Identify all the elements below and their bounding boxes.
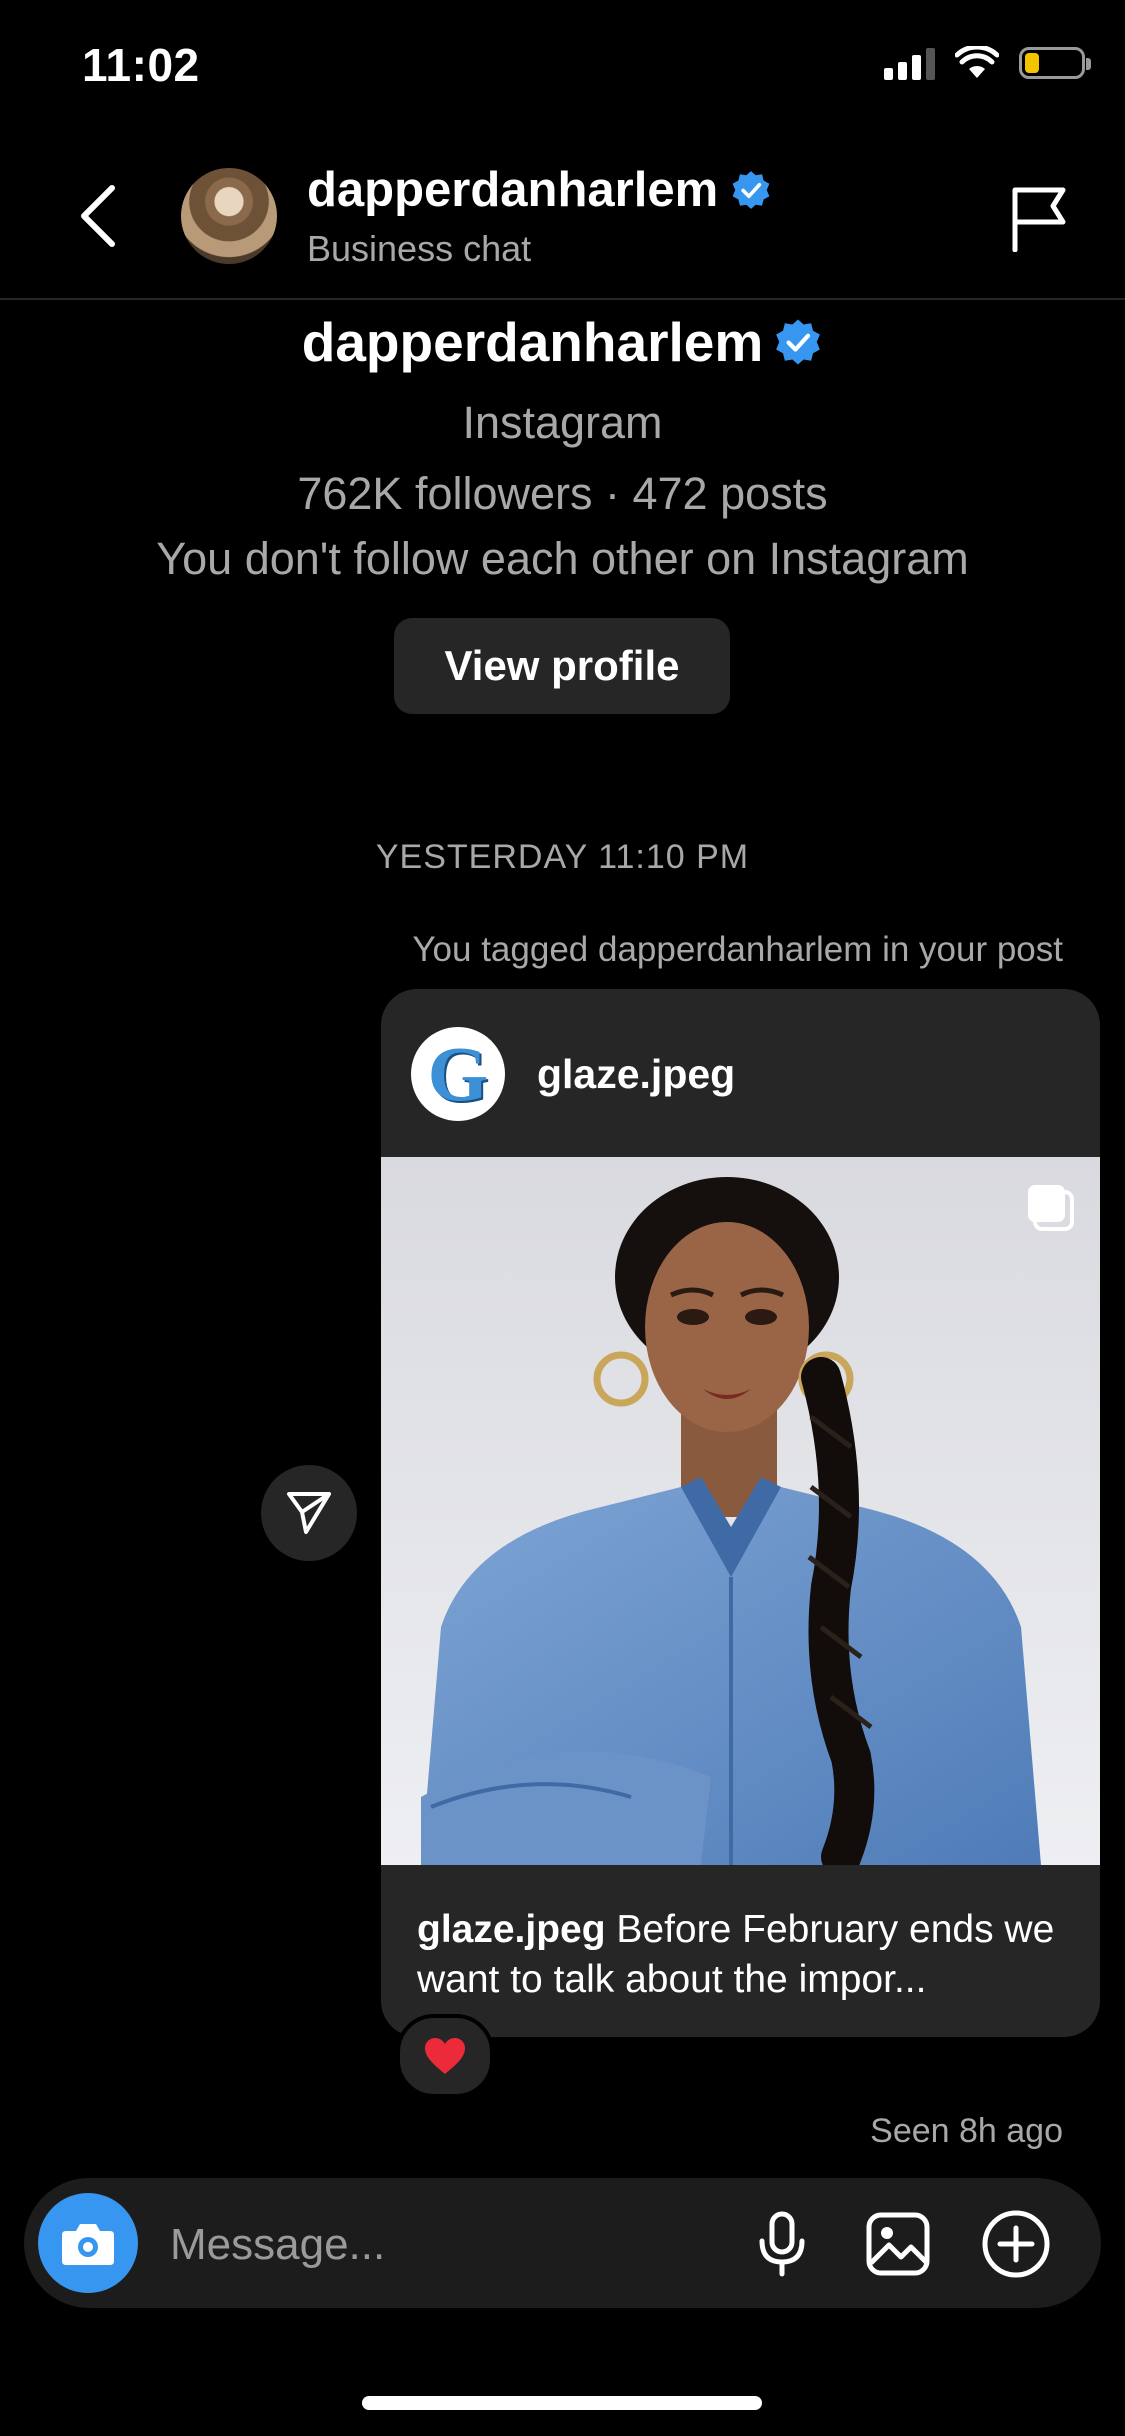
chevron-left-icon: [81, 185, 115, 247]
report-button[interactable]: [1001, 180, 1077, 256]
back-button[interactable]: [58, 176, 138, 256]
camera-button[interactable]: [38, 2193, 138, 2293]
home-indicator[interactable]: [362, 2396, 762, 2410]
verified-badge-icon: [776, 319, 821, 365]
verified-badge-icon: [732, 171, 770, 209]
flag-icon: [1012, 187, 1066, 252]
post-image[interactable]: [381, 1157, 1100, 1865]
cellular-signal-icon: [884, 46, 935, 80]
profile-username-text: dapperdanharlem: [301, 311, 764, 373]
view-profile-button[interactable]: View profile: [394, 618, 730, 714]
battery-icon: [1019, 47, 1091, 79]
post-caption[interactable]: glaze.jpeg Before February ends we want …: [417, 1905, 1064, 2005]
seen-status: Seen 8h ago: [870, 2112, 1063, 2150]
heart-icon: [425, 2038, 465, 2074]
header-username[interactable]: dapperdanharlem: [307, 162, 772, 218]
profile-summary: dapperdanharlem Instagram 762K followers…: [0, 300, 1125, 581]
post-author-logo: G: [427, 1030, 489, 1117]
gallery-button[interactable]: [860, 2206, 936, 2282]
header-username-text: dapperdanharlem: [307, 163, 719, 217]
share-button[interactable]: [261, 1465, 357, 1561]
microphone-icon: [759, 2211, 805, 2277]
plus-circle-icon: [982, 2210, 1050, 2278]
voice-message-button[interactable]: [744, 2206, 820, 2282]
heart-reaction[interactable]: [396, 2014, 494, 2098]
post-author-name[interactable]: glaze.jpeg: [537, 1051, 735, 1098]
shared-post-card[interactable]: G glaze.jpeg glaze.jpeg Before February …: [381, 989, 1100, 2037]
profile-stats: 762K followers · 472 posts: [297, 468, 828, 519]
message-timestamp: YESTERDAY 11:10 PM: [375, 838, 750, 876]
more-options-button[interactable]: [978, 2206, 1054, 2282]
wifi-icon: [955, 46, 999, 78]
post-header[interactable]: G glaze.jpeg: [381, 989, 1100, 1157]
paper-plane-icon: [287, 1492, 331, 1534]
message-composer: [24, 2178, 1101, 2308]
carousel-icon: [1028, 1185, 1074, 1231]
profile-relation: You don't follow each other on Instagram: [156, 533, 969, 584]
camera-icon: [62, 2224, 114, 2265]
chat-avatar[interactable]: [181, 168, 277, 264]
status-time: 11:02: [82, 39, 200, 91]
post-photo: [381, 1157, 1100, 1865]
profile-username: dapperdanharlem: [0, 310, 1125, 374]
image-icon: [866, 2212, 930, 2276]
message-input[interactable]: [168, 2206, 732, 2284]
tag-note: You tagged dapperdanharlem in your post: [412, 930, 1063, 969]
post-author-avatar[interactable]: G: [411, 1027, 505, 1121]
post-caption-author: glaze.jpeg: [417, 1908, 606, 1951]
profile-platform: Instagram: [462, 397, 663, 448]
status-icons: [884, 46, 1091, 80]
header-subtitle: Business chat: [307, 228, 532, 269]
